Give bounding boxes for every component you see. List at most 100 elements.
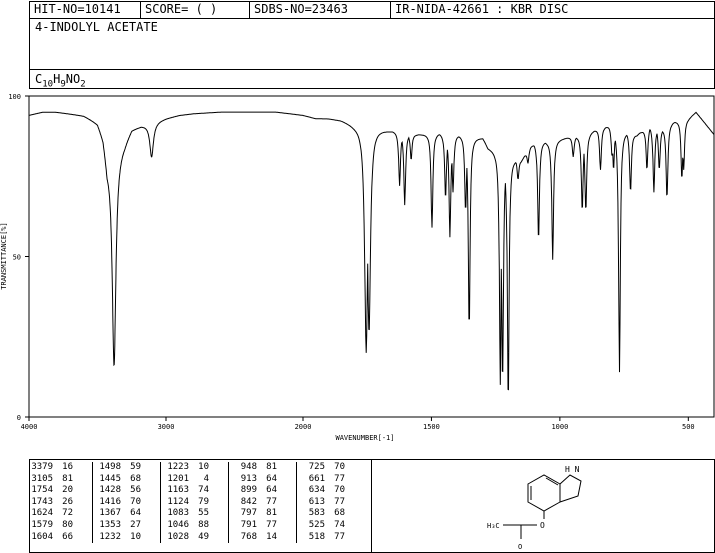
peak-wavenumber: 842: [240, 496, 257, 507]
peak-wavenumber: 1124: [167, 496, 189, 507]
table-row: 3105 81 1445 68 1201 4 913 64 661 77: [31, 473, 349, 486]
peak-wavenumber: 1428: [99, 485, 121, 496]
peak-transmittance: 70: [130, 496, 141, 507]
peak-transmittance: 26: [62, 496, 73, 507]
peak-wavenumber: 1223: [167, 462, 189, 472]
column-divider: [277, 462, 297, 474]
column-divider: [209, 462, 229, 474]
table-row: 1624 72 1367 64 1083 55 797 81 583 68: [31, 508, 349, 520]
column-divider: [345, 520, 349, 532]
column-divider: [141, 508, 161, 520]
peak-wavenumber: 1754: [31, 485, 53, 496]
oxygen-label: O: [540, 521, 545, 530]
peak-wavenumber: 3105: [31, 473, 53, 484]
column-divider: [209, 519, 229, 532]
column-divider: [277, 473, 297, 486]
methyl-label: H₃C: [487, 522, 500, 530]
peak-transmittance: 79: [198, 496, 209, 507]
column-divider: [73, 508, 93, 520]
column-divider: [141, 496, 161, 509]
axis-ticks: 4000 3000 2000 1500 1000 500 0 50 100: [8, 93, 694, 431]
column-divider: [73, 519, 93, 532]
y-tick-label: 0: [17, 414, 21, 422]
peak-transmittance: 64: [266, 473, 277, 484]
peak-wavenumber: 634: [308, 485, 325, 496]
y-axis-label: TRANSMITTANCE[%]: [0, 222, 8, 289]
peak-wavenumber: 1232: [99, 531, 121, 542]
nh-label: H N: [565, 465, 580, 474]
peak-wavenumber: 1353: [99, 519, 121, 530]
peak-transmittance: 10: [198, 462, 209, 472]
x-tick-label: 3000: [158, 423, 175, 431]
column-divider: [209, 473, 229, 486]
column-divider: [73, 462, 93, 474]
table-row: 1754 20 1428 56 1163 74 899 64 634 70: [31, 485, 349, 497]
peak-transmittance: 77: [334, 531, 345, 542]
column-divider: [73, 485, 93, 497]
peak-transmittance: 81: [62, 473, 73, 484]
peak-transmittance: 70: [334, 462, 345, 472]
peak-wavenumber: 583: [308, 508, 325, 519]
carbonyl-oxygen-label: O: [518, 543, 522, 551]
peak-transmittance: 81: [266, 508, 277, 519]
column-divider: [277, 508, 297, 520]
column-divider: [73, 496, 93, 509]
ir-spectrum-chart: 4000 3000 2000 1500 1000 500 0 50 100 WAVENUMBER…: [0, 93, 715, 442]
peak-transmittance: 88: [198, 519, 209, 530]
peak-transmittance: 81: [266, 462, 277, 472]
peak-transmittance: 72: [62, 508, 73, 519]
table-row: 1604 66 1232 10 1028 49 768 14 518 77: [31, 531, 349, 544]
peak-transmittance: 64: [266, 485, 277, 496]
peak-transmittance: 20: [62, 485, 73, 496]
peak-table-grid: 3379 16 1498 59 1223 10 948 81 725 70 3105 81 1445 68…: [31, 462, 349, 544]
peak-wavenumber: 768: [240, 531, 257, 542]
peak-transmittance: 74: [334, 519, 345, 530]
column-divider: [345, 485, 349, 497]
column-divider: [209, 531, 229, 544]
column-divider: [141, 485, 161, 497]
five-membered-ring: [559, 474, 582, 503]
peak-wavenumber: 1367: [99, 508, 121, 519]
chemical-structure: H N O H₃C O: [487, 465, 582, 551]
peak-transmittance: 66: [62, 531, 73, 542]
column-divider: [73, 473, 93, 486]
peak-transmittance: 77: [266, 519, 277, 530]
column-divider: [73, 531, 93, 544]
peak-transmittance: 10: [130, 531, 141, 542]
peak-transmittance: 56: [130, 485, 141, 496]
peak-transmittance: 64: [130, 508, 141, 519]
x-tick-label: 2000: [295, 423, 312, 431]
peak-wavenumber: 1498: [99, 462, 121, 472]
y-tick-label: 50: [13, 254, 21, 262]
peak-wavenumber: 1028: [167, 531, 189, 542]
column-divider: [277, 519, 297, 532]
peak-wavenumber: 613: [308, 496, 325, 507]
x-axis-label: WAVENUMBER[-1]: [335, 434, 394, 442]
table-row: 1743 26 1416 70 1124 79 842 77 613 77: [31, 496, 349, 509]
peak-wavenumber: 1579: [31, 519, 53, 530]
peak-wavenumber: 913: [240, 473, 257, 484]
peak-transmittance: 80: [62, 519, 73, 530]
peak-transmittance: 14: [266, 531, 277, 542]
column-divider: [141, 473, 161, 486]
peak-wavenumber: 661: [308, 473, 325, 484]
column-divider: [277, 485, 297, 497]
peak-wavenumber: 1604: [31, 531, 53, 542]
peak-transmittance: 70: [334, 485, 345, 496]
column-divider: [345, 497, 349, 509]
peak-transmittance: 27: [130, 519, 141, 530]
column-divider: [209, 496, 229, 509]
table-row: 1579 80 1353 27 1046 88 791 77 525 74: [31, 519, 349, 532]
peak-wavenumber: 1416: [99, 496, 121, 507]
benzene-ring: [527, 474, 561, 512]
peak-transmittance: 4: [203, 473, 209, 484]
column-divider: [345, 474, 349, 486]
peak-wavenumber: 899: [240, 485, 257, 496]
column-divider: [141, 531, 161, 544]
x-tick-label: 4000: [21, 423, 38, 431]
peak-wavenumber: 797: [240, 508, 257, 519]
peak-wavenumber: 1201: [167, 473, 189, 484]
column-divider: [345, 462, 349, 474]
peak-wavenumber: 1624: [31, 508, 53, 519]
peak-transmittance: 55: [198, 508, 209, 519]
